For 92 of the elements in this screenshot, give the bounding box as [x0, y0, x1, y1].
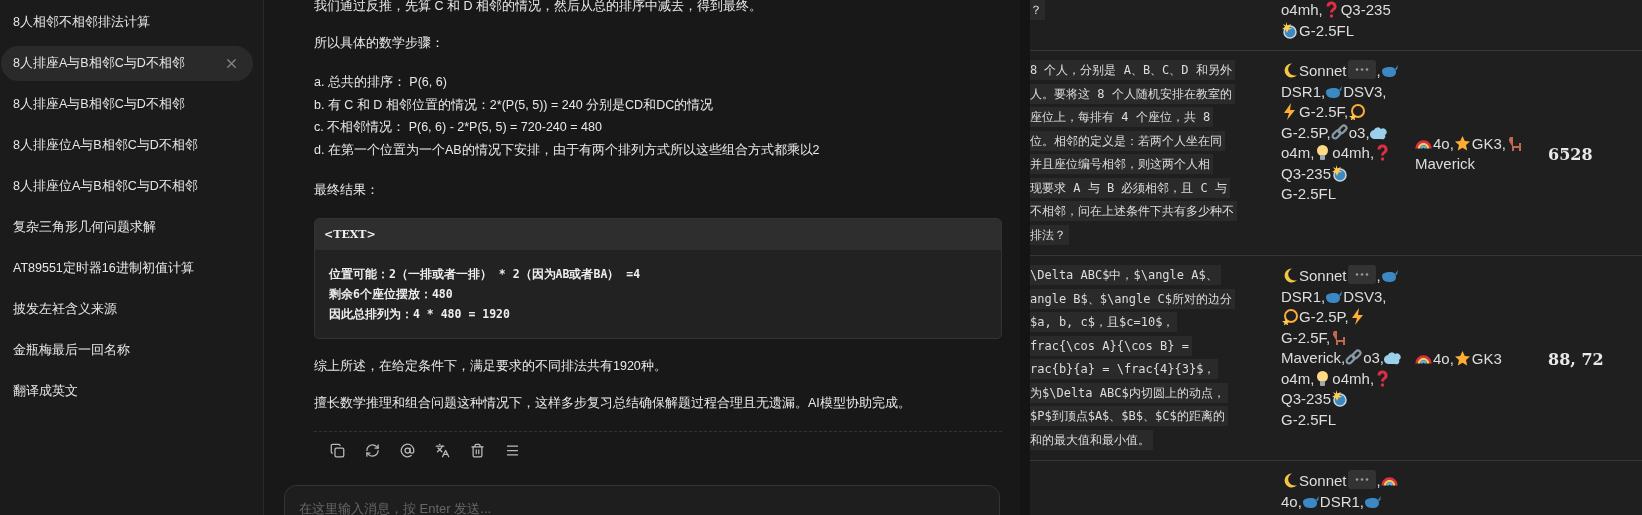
model-name: Q3-235 — [1340, 1, 1391, 18]
model-name: DSR1, — [1319, 492, 1365, 510]
model-name: Maverick — [1415, 155, 1475, 172]
message-field[interactable]: 在这里输入消息，按 Enter 发送... — [284, 485, 1000, 515]
conversation-title: 8人排座位A与B相邻C与D不相邻 — [13, 178, 198, 195]
close-icon[interactable] — [224, 56, 239, 71]
model-name: , — [1376, 472, 1381, 489]
conversation-item[interactable]: 金瓶梅最后一回名称 — [1, 333, 253, 368]
conversation-item[interactable]: 8人排座位A与B相邻C与D不相邻 — [1, 169, 253, 204]
model-name: Q3-235 — [1281, 390, 1332, 407]
code-line: 因此总排列为：4 * 480 = 1920 — [329, 306, 511, 323]
conversation-title: 翻译成英文 — [13, 383, 78, 400]
conversation-title: 8人相邻不相邻排法计算 — [13, 14, 150, 31]
message-paragraph: 综上所述，在给定条件下，满足要求的不同排法共有1920种。 — [314, 358, 668, 375]
model-name: , — [1376, 62, 1381, 79]
model-name: G-2.5FL — [1281, 185, 1337, 202]
model-name: G-2.5F, — [1281, 328, 1331, 346]
model-name: Q3-235 — [1281, 164, 1332, 182]
model-name: Sonnet — [1299, 472, 1347, 489]
message-paragraph: 我们通过反推，先算 C 和 D 相邻的情况，然后从总的排序中减去，得到最终。 — [314, 0, 763, 15]
rainbow-icon — [1415, 354, 1432, 364]
list-item: b. 有 C 和 D 相邻位置的情况：2*(P(5, 5)) = 240 分别是CD和DC的情况 — [314, 96, 715, 114]
message-paragraph: 最终结果： — [314, 182, 380, 199]
camera-flash-icon — [1281, 21, 1298, 39]
table-cell-text: 6528 — [1547, 144, 1594, 164]
conversation-title: 8人排座位A与B相邻C与D不相邻 — [13, 137, 198, 154]
model-name: o4mh, — [1332, 369, 1375, 387]
conversation-item[interactable]: 8人相邻不相邻排法计算 — [1, 5, 253, 40]
conversation-item[interactable]: 8人排座A与B相邻C与D不相邻 — [1, 87, 253, 122]
star-icon — [1453, 349, 1471, 367]
code-line: 位置可能：2（一排或者一排） * 2（因为AB或者BA） =4 — [329, 266, 642, 283]
model-name: 4o, — [1281, 492, 1302, 510]
conversation-item[interactable]: AT89551定时器16进制初值计算 — [1, 251, 253, 286]
model-name: G-2.5F, — [1299, 103, 1349, 120]
conversation-title: 金瓶梅最后一回名称 — [13, 342, 130, 359]
model-name: GK3, — [1471, 134, 1507, 152]
model-name: Sonnet — [1299, 267, 1347, 284]
list-item: a. 总共的排序： P(6, 6) — [314, 74, 448, 91]
comet-icon — [1348, 103, 1366, 120]
model-name: GK3 — [1471, 349, 1502, 367]
model-name: Sonnet — [1299, 62, 1347, 79]
lightning-icon — [1281, 103, 1298, 120]
comet-icon — [1281, 308, 1298, 325]
conversation-item[interactable]: 复杂三角形几何问题求解 — [1, 210, 253, 245]
link-icon — [1330, 123, 1348, 141]
conversation-title: 复杂三角形几何问题求解 — [13, 219, 156, 236]
rainbow-icon — [1380, 477, 1398, 486]
list-item: c. 不相邻情况： P(6, 6) - 2*P(5, 5) = 720-240 = 480 — [314, 119, 603, 136]
message-input[interactable]: 在这里输入消息，按 Enter 发送... — [299, 498, 985, 515]
code-language: <TEXT> — [315, 219, 1001, 250]
model-name: , — [1376, 267, 1381, 284]
conversation-title: 8人排座A与B相邻C与D不相邻 — [13, 96, 185, 113]
delete-button[interactable] — [468, 441, 487, 460]
list-item: d. 在第一个位置为一个AB的情况下安排，由于有两个排列方式所以这些组合方式都乘以2 — [314, 141, 821, 159]
conversation-title: 披发左衽含义来源 — [13, 301, 117, 318]
model-name: Maverick, — [1281, 349, 1346, 366]
model-name: 4o, — [1433, 134, 1454, 152]
model-name: DSV3, — [1343, 82, 1387, 100]
link-icon — [1345, 349, 1363, 366]
model-name: o4m, — [1281, 144, 1315, 161]
model-name: G-2.5FL — [1299, 21, 1355, 39]
model-name: DSR1, — [1281, 82, 1326, 100]
code-line: 剩余6个座位摆放：480 — [329, 286, 454, 303]
conversation-item[interactable]: 披发左衽含义来源 — [1, 292, 253, 327]
model-name: G-2.5P, — [1299, 308, 1349, 325]
table-cell-text: 88, 72 — [1547, 349, 1605, 369]
model-name: DSV3, — [1343, 287, 1387, 305]
model-name: 4o, — [1433, 349, 1454, 367]
message-paragraph: 擅长数学推理和组合问题这种情况下，这样多步复习总结确保解题过程合理且无遗漏。AI模型协助完成。 — [314, 395, 912, 412]
camera-flash-icon — [1331, 390, 1349, 407]
model-name: o4mh, — [1281, 1, 1323, 18]
wind-cloud-icon — [1384, 349, 1402, 366]
rainbow-icon — [1415, 139, 1432, 149]
model-name: o3, — [1363, 349, 1385, 366]
model-name: G-2.5P, — [1281, 123, 1331, 141]
conversation-item[interactable]: 翻译成英文 — [1, 374, 253, 409]
star-icon — [1453, 134, 1471, 152]
message-paragraph: 所以具体的数学步骤： — [314, 35, 445, 52]
model-name: o4m, — [1281, 369, 1315, 387]
conversation-item[interactable]: 8人排座位A与B相邻C与D不相邻 — [1, 128, 253, 163]
model-name: DSR1, — [1281, 287, 1326, 305]
model-name: G-2.5FL — [1281, 410, 1337, 428]
model-name: o3, — [1348, 123, 1370, 141]
conversation-title: 8人排座A与B相邻C与D不相邻 — [13, 55, 185, 72]
regenerate-button[interactable] — [363, 441, 382, 460]
conversation-title: AT89551定时器16进制初值计算 — [13, 260, 194, 277]
camera-flash-icon — [1331, 164, 1349, 182]
conversation-item[interactable]: 8人排座A与B相邻C与D不相邻 — [1, 46, 253, 81]
translate-button[interactable] — [433, 441, 452, 460]
model-name: o4mh, — [1332, 144, 1375, 161]
copy-button[interactable] — [328, 441, 347, 460]
mention-button[interactable] — [398, 441, 417, 460]
